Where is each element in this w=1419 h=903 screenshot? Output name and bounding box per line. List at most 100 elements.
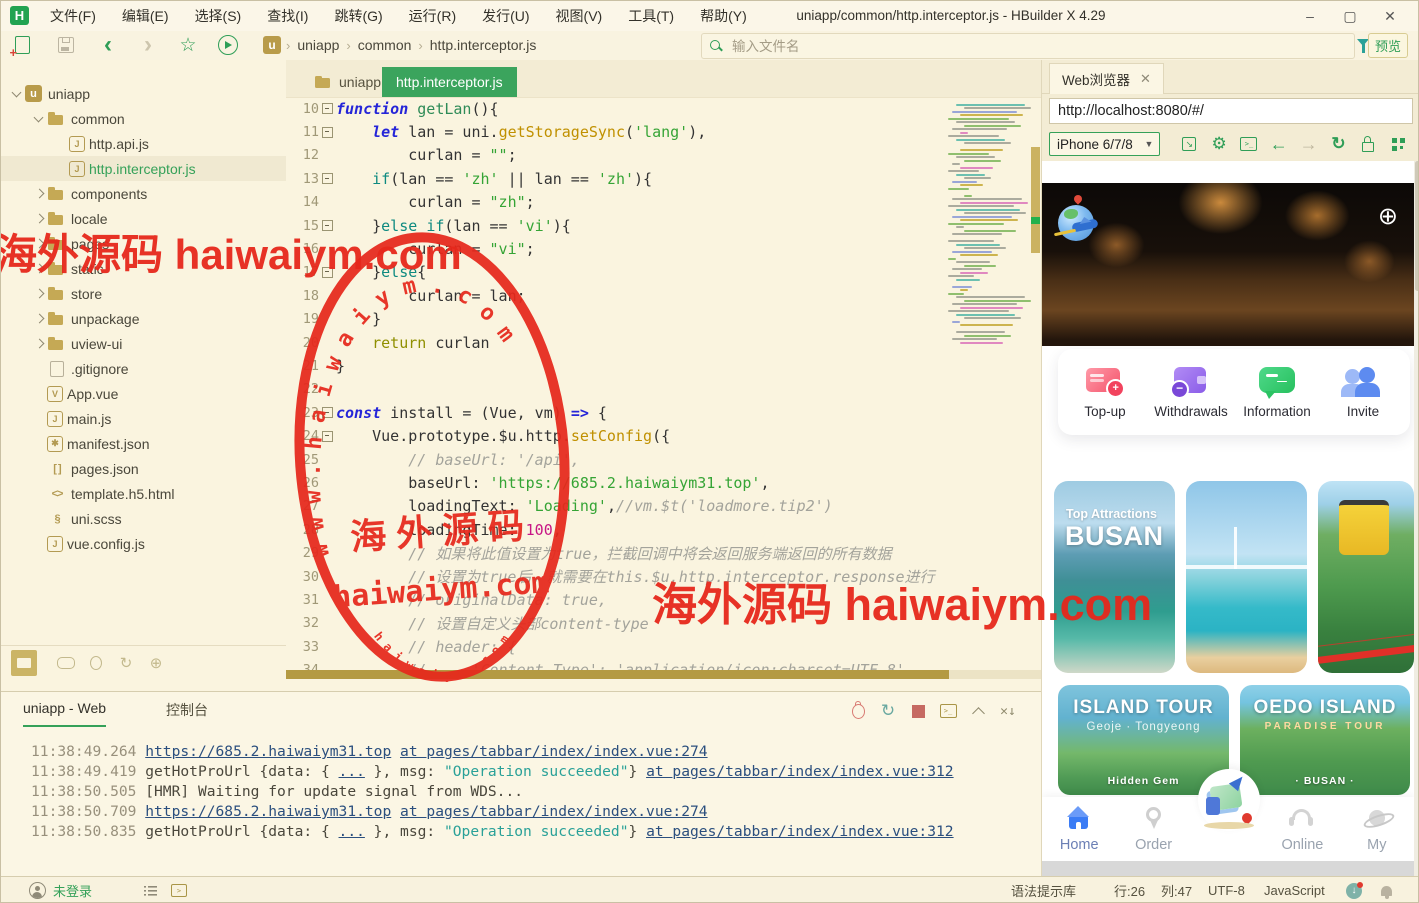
- outline-button[interactable]: [144, 877, 157, 903]
- code-line-24[interactable]: 24 Vue.prototype.$u.http.setConfig({: [286, 424, 1041, 447]
- code-line-30[interactable]: 30 // 设置为true后，就需要在this.$u.http.intercep…: [286, 565, 1041, 588]
- code-line-14[interactable]: 14 curlan = "zh";: [286, 191, 1041, 214]
- menu-item-2[interactable]: 选择(S): [182, 6, 255, 26]
- attraction-card-cable[interactable]: [1318, 481, 1414, 673]
- menu-item-0[interactable]: 文件(F): [37, 6, 109, 26]
- menu-item-3[interactable]: 查找(I): [254, 6, 321, 26]
- url-input[interactable]: [1050, 99, 1412, 123]
- browser-lock-button[interactable]: [1353, 132, 1383, 156]
- preview-scrollbar[interactable]: [1414, 161, 1419, 876]
- tree-item-template-h5-html[interactable]: <>template.h5.html: [1, 481, 286, 506]
- fold-marker-icon[interactable]: [322, 127, 333, 138]
- tree-item-uniapp[interactable]: uuniapp: [1, 81, 286, 106]
- navigate-back-button[interactable]: ‹: [95, 31, 121, 59]
- encoding-status[interactable]: UTF-8: [1208, 877, 1245, 903]
- navigate-forward-button[interactable]: ›: [135, 31, 161, 59]
- code-line-29[interactable]: 29 // 如果将此值设置为true，拦截回调中将会返回服务端返回的所有数据: [286, 541, 1041, 564]
- close-button[interactable]: ✕: [1370, 8, 1410, 25]
- tour-card-island[interactable]: ISLAND TOURGeoje · TongyeongHidden Gem: [1058, 685, 1229, 795]
- browser-back-button[interactable]: ←: [1264, 132, 1294, 156]
- code-line-10[interactable]: 10function getLan(){: [286, 97, 1041, 120]
- save-button[interactable]: [53, 31, 79, 59]
- tree-item-manifest-json[interactable]: ✱manifest.json: [1, 431, 286, 456]
- sync-panel-button[interactable]: ↻: [111, 650, 141, 676]
- log-link[interactable]: ...: [339, 823, 365, 840]
- quick-action-information[interactable]: Information: [1237, 365, 1317, 419]
- menu-item-4[interactable]: 跳转(G): [321, 6, 395, 26]
- device-selector[interactable]: iPhone 6/7/8 ▼: [1049, 132, 1160, 156]
- new-file-button[interactable]: [9, 31, 35, 59]
- log-link[interactable]: ...: [339, 763, 365, 780]
- chevron-right-icon[interactable]: [31, 211, 47, 227]
- tree-item-pages[interactable]: pages: [1, 231, 286, 256]
- open-external-button[interactable]: ↘: [1174, 132, 1204, 156]
- code-line-18[interactable]: 18 curlan = lan;: [286, 284, 1041, 307]
- tree-item-vue-config-js[interactable]: Jvue.config.js: [1, 531, 286, 556]
- code-line-16[interactable]: 16 curlan = "vi";: [286, 237, 1041, 260]
- quick-action-withdrawals[interactable]: Withdrawals: [1151, 365, 1231, 419]
- close-tab-icon[interactable]: ✕: [1140, 71, 1151, 87]
- quick-action-invite[interactable]: Invite: [1323, 365, 1403, 419]
- tree-item-unpackage[interactable]: unpackage: [1, 306, 286, 331]
- travel-sticker-icon[interactable]: [1198, 769, 1260, 831]
- attraction-card-busan[interactable]: Top AttractionsBUSAN: [1054, 481, 1175, 673]
- tab-online[interactable]: Online: [1265, 797, 1339, 861]
- restart-button[interactable]: ↻: [873, 700, 903, 722]
- chevron-right-icon[interactable]: [31, 236, 47, 252]
- chevron-right-icon[interactable]: [31, 261, 47, 277]
- debug-panel-button[interactable]: [81, 650, 111, 676]
- cursor-col-status[interactable]: 列:47: [1161, 877, 1192, 903]
- login-status[interactable]: 未登录: [29, 877, 92, 903]
- log-link[interactable]: at pages/tabbar/index/index.vue:274: [400, 803, 708, 820]
- collapse-panel-button[interactable]: [963, 700, 993, 722]
- minimap-viewport[interactable]: [1031, 147, 1040, 253]
- run-button[interactable]: [215, 31, 241, 59]
- log-link[interactable]: https://685.2.haiwaiym31.top: [145, 743, 391, 760]
- explorer-panel-button[interactable]: [11, 650, 37, 676]
- tree-item-http-interceptor-js[interactable]: Jhttp.interceptor.js: [1, 156, 286, 181]
- tree-item-uni-scss[interactable]: §uni.scss: [1, 506, 286, 531]
- fold-marker-icon[interactable]: [322, 103, 333, 114]
- code-line-27[interactable]: 27 loadingText: 'Loading',//vm.$t('loadm…: [286, 495, 1041, 518]
- code-line-17[interactable]: 17 }else{: [286, 261, 1041, 284]
- breadcrumb-item-1[interactable]: common: [354, 37, 416, 53]
- fold-marker-icon[interactable]: [322, 407, 333, 418]
- fold-marker-icon[interactable]: [322, 173, 333, 184]
- breadcrumb-item-2[interactable]: http.interceptor.js: [426, 37, 541, 53]
- code-line-13[interactable]: 13 if(lan == 'zh' || lan == 'zh'){: [286, 167, 1041, 190]
- hero-banner-image[interactable]: ⊕: [1042, 183, 1414, 346]
- cursor-line-status[interactable]: 行:26: [1114, 877, 1145, 903]
- log-link[interactable]: https://685.2.haiwaiym31.top: [145, 803, 391, 820]
- browser-refresh-button[interactable]: ↻: [1324, 132, 1354, 156]
- clear-console-button[interactable]: ✕↓: [993, 700, 1023, 722]
- search-panel-button[interactable]: [51, 650, 81, 676]
- log-link[interactable]: at pages/tabbar/index/index.vue:312: [646, 763, 954, 780]
- editor-tab-uniapp[interactable]: uniapp: [300, 67, 395, 97]
- console-tab-active[interactable]: uniapp - Web: [23, 700, 106, 727]
- code-area[interactable]: 10function getLan(){11 let lan = uni.get…: [286, 97, 1041, 691]
- code-line-28[interactable]: 28 loadingTime: 100,: [286, 518, 1041, 541]
- tab-home[interactable]: Home: [1042, 797, 1116, 861]
- editor-tab-http-interceptor-js[interactable]: http.interceptor.js: [382, 67, 517, 97]
- tree-item-uview-ui[interactable]: uview-ui: [1, 331, 286, 356]
- menu-item-8[interactable]: 工具(T): [615, 6, 687, 26]
- syntax-lib-status[interactable]: 语法提示库: [1011, 877, 1076, 903]
- fold-marker-icon[interactable]: [322, 431, 333, 442]
- fold-marker-icon[interactable]: [322, 220, 333, 231]
- terminal-button[interactable]: >: [171, 877, 187, 903]
- code-line-20[interactable]: 20 return curlan: [286, 331, 1041, 354]
- tab-order[interactable]: Order: [1116, 797, 1190, 861]
- browser-settings-button[interactable]: ⚙: [1204, 132, 1234, 156]
- menu-item-5[interactable]: 运行(R): [396, 6, 469, 26]
- code-line-33[interactable]: 33 // header: {: [286, 635, 1041, 658]
- tab-my[interactable]: My: [1340, 797, 1414, 861]
- code-line-25[interactable]: 25 // baseUrl: '/api',: [286, 448, 1041, 471]
- stop-button[interactable]: [903, 700, 933, 722]
- debug-button[interactable]: [843, 700, 873, 722]
- breadcrumb-item-0[interactable]: uniapp: [293, 37, 343, 53]
- tree-item-components[interactable]: components: [1, 181, 286, 206]
- browser-console-button[interactable]: >_: [1234, 132, 1264, 156]
- minimize-button[interactable]: –: [1290, 8, 1330, 24]
- code-line-19[interactable]: 19 }: [286, 308, 1041, 331]
- log-link[interactable]: at pages/tabbar/index/index.vue:274: [400, 743, 708, 760]
